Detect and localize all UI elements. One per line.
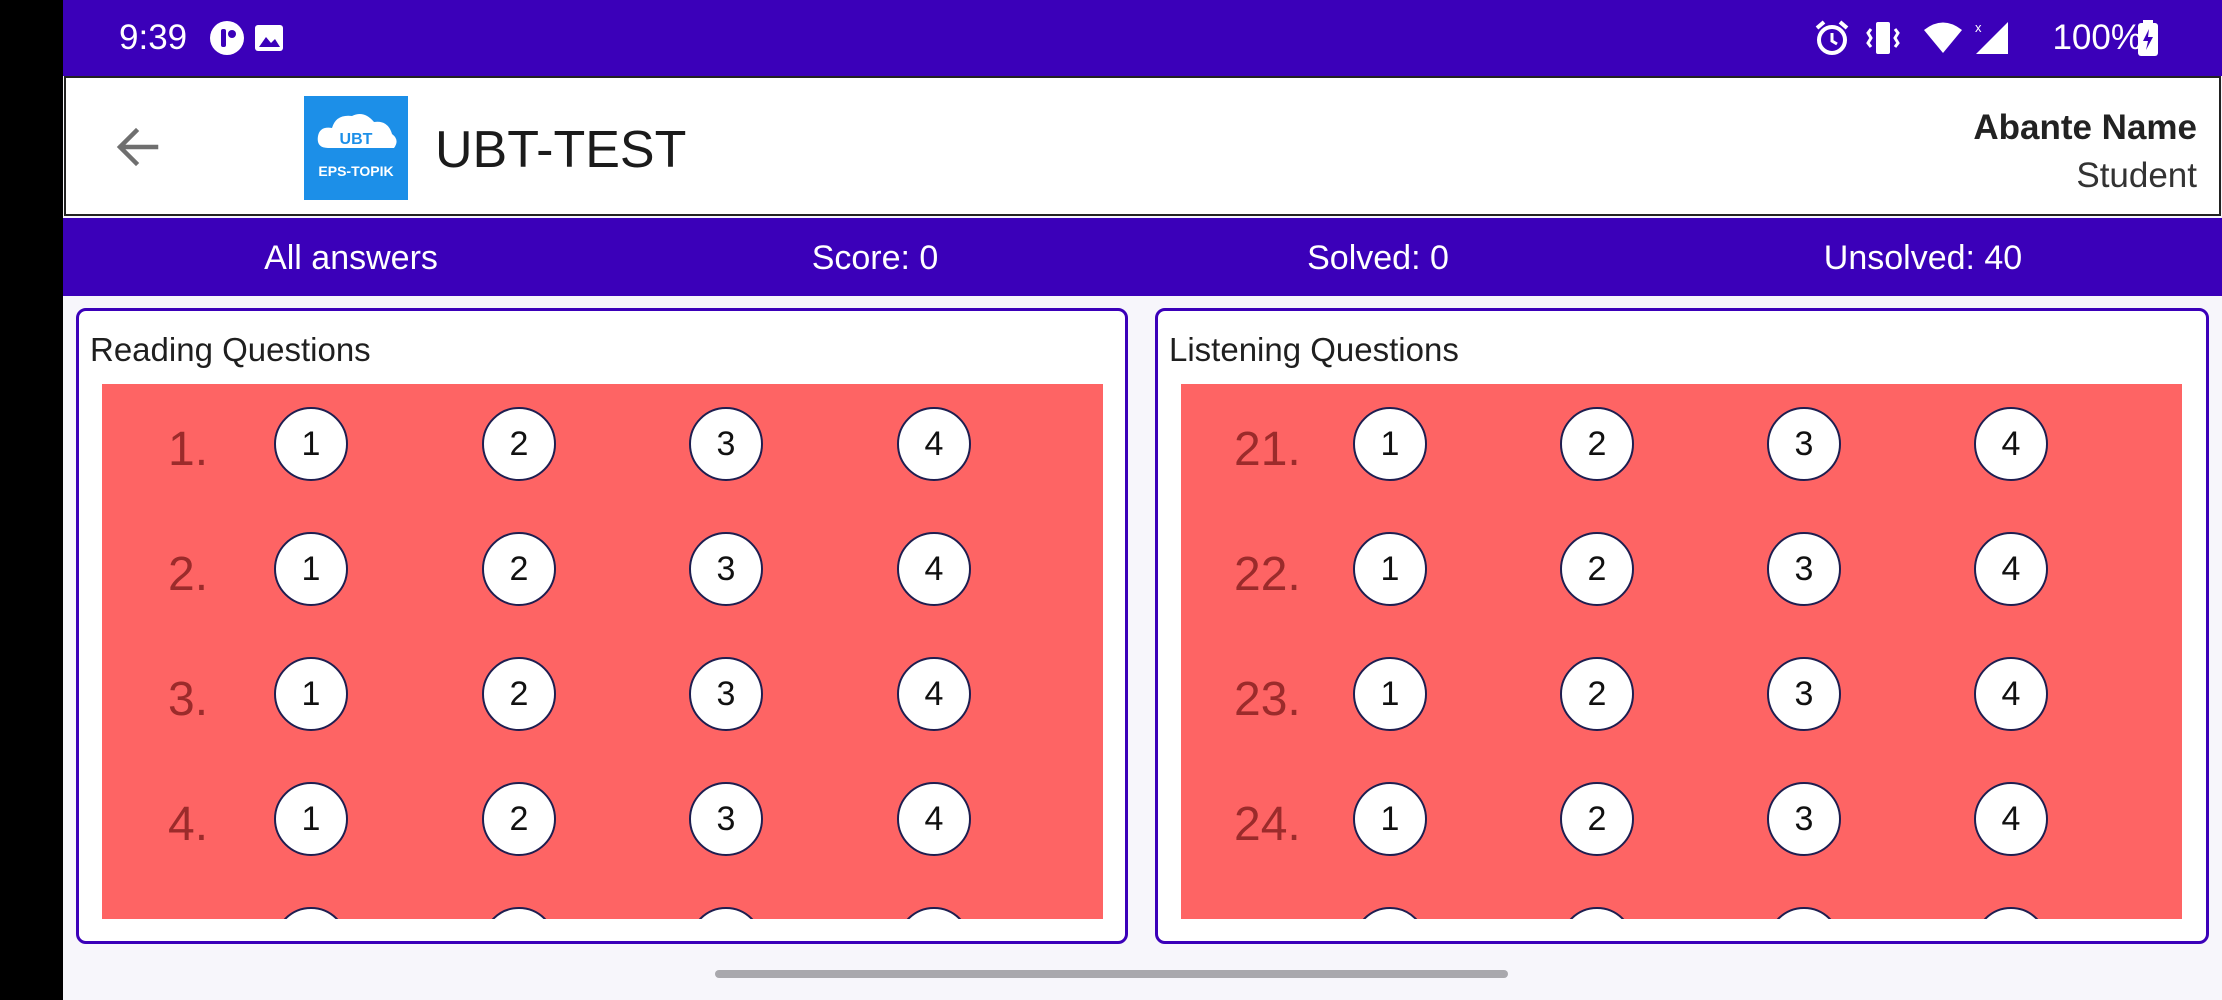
question-number: 24.: [1234, 798, 1301, 851]
question-row: 4. 1 2 3 4: [102, 759, 1103, 884]
answer-option-1[interactable]: 1: [274, 407, 348, 481]
question-row: 1. 1 2 3 4: [102, 384, 1103, 509]
answer-option-2[interactable]: [1560, 907, 1634, 919]
answer-option-1[interactable]: [1353, 907, 1427, 919]
question-row: 2. 1 2 3 4: [102, 509, 1103, 634]
question-number: 22.: [1234, 548, 1301, 601]
listening-questions-panel: Listening Questions 21. 1 2 3 4 22. 1 2 3 4 23. 1 2 3…: [1155, 308, 2209, 944]
question-number: 21.: [1234, 423, 1301, 476]
app-notification-icon: [209, 20, 245, 56]
answer-option-4[interactable]: 4: [1974, 532, 2048, 606]
reading-questions-panel: Reading Questions 1. 1 2 3 4 2. 1 2 3 4 3. 1 2 3 4 4. 1 2…: [76, 308, 1128, 944]
back-button[interactable]: [106, 116, 168, 178]
answer-option-3[interactable]: 3: [689, 782, 763, 856]
battery-percentage: 100%: [2052, 18, 2142, 57]
question-row: 21. 1 2 3 4: [1181, 384, 2182, 509]
answer-option-1[interactable]: [274, 907, 348, 919]
vibrate-icon: [1863, 20, 1903, 56]
question-number: 2.: [168, 548, 209, 601]
arrow-left-icon: [116, 127, 159, 167]
answer-option-1[interactable]: 1: [274, 532, 348, 606]
answer-option-2[interactable]: 2: [1560, 657, 1634, 731]
listening-panel-title: Listening Questions: [1169, 331, 1459, 368]
app-logo: UBT EPS-TOPIK: [304, 96, 408, 200]
listening-answer-grid[interactable]: 21. 1 2 3 4 22. 1 2 3 4 23. 1 2 3 4 24. 1 2 3 4: [1181, 384, 2182, 919]
reading-panel-title: Reading Questions: [90, 331, 371, 368]
answer-option-2[interactable]: 2: [1560, 532, 1634, 606]
question-number: 23.: [1234, 673, 1301, 726]
answer-option-3[interactable]: 3: [689, 532, 763, 606]
question-row: 23. 1 2 3 4: [1181, 634, 2182, 759]
cellular-signal-icon: x: [1973, 20, 2011, 56]
answer-option-4[interactable]: 4: [897, 782, 971, 856]
answer-option-4[interactable]: 4: [1974, 407, 2048, 481]
answer-option-4[interactable]: 4: [1974, 782, 2048, 856]
summary-bar: All answers Score: 0 Solved: 0 Unsolved:…: [63, 218, 2222, 296]
answer-option-1[interactable]: 1: [1353, 657, 1427, 731]
answer-option-1[interactable]: 1: [1353, 782, 1427, 856]
score-label: Score: 0: [811, 239, 939, 277]
solved-label: Solved: 0: [1307, 239, 1449, 277]
battery-charging-icon: [2136, 20, 2160, 56]
gesture-navigation-bar[interactable]: [715, 970, 1508, 978]
answer-option-1[interactable]: 1: [274, 657, 348, 731]
answer-option-1[interactable]: 1: [274, 782, 348, 856]
answer-option-4[interactable]: [897, 907, 971, 919]
answer-option-3[interactable]: 3: [1767, 407, 1841, 481]
question-row: 22. 1 2 3 4: [1181, 509, 2182, 634]
question-number: 4.: [168, 798, 209, 851]
answer-option-2[interactable]: 2: [1560, 782, 1634, 856]
answer-option-2[interactable]: [482, 907, 556, 919]
answer-option-3[interactable]: 3: [1767, 657, 1841, 731]
question-row-partial: [102, 884, 1103, 919]
wifi-icon: [1923, 20, 1963, 56]
answer-option-1[interactable]: 1: [1353, 532, 1427, 606]
logo-text-top: UBT: [340, 131, 373, 148]
question-number: 3.: [168, 673, 209, 726]
answer-option-3[interactable]: [689, 907, 763, 919]
question-row-partial: [1181, 884, 2182, 919]
answer-option-3[interactable]: [1767, 907, 1841, 919]
question-number: 1.: [168, 423, 209, 476]
answer-option-2[interactable]: 2: [1560, 407, 1634, 481]
answer-option-2[interactable]: 2: [482, 532, 556, 606]
app-title: UBT-TEST: [435, 121, 687, 179]
unsolved-label: Unsolved: 40: [1823, 239, 2023, 277]
cloud-icon: UBT EPS-TOPIK: [317, 114, 397, 179]
logo-text-bottom: EPS-TOPIK: [318, 163, 393, 179]
status-time: 9:39: [119, 18, 188, 57]
question-row: 3. 1 2 3 4: [102, 634, 1103, 759]
answer-option-4[interactable]: 4: [897, 407, 971, 481]
answer-option-2[interactable]: 2: [482, 782, 556, 856]
answer-option-4[interactable]: 4: [897, 657, 971, 731]
alarm-icon: [1813, 20, 1851, 56]
user-role: Student: [2076, 156, 2197, 195]
answer-option-3[interactable]: 3: [1767, 532, 1841, 606]
image-icon: [253, 20, 285, 56]
reading-answer-grid[interactable]: 1. 1 2 3 4 2. 1 2 3 4 3. 1 2 3 4 4. 1 2 3 4: [102, 384, 1103, 919]
answer-option-4[interactable]: 4: [897, 532, 971, 606]
answer-option-3[interactable]: 3: [689, 657, 763, 731]
app-bar: UBT EPS-TOPIK UBT-TEST Abante Name Stude…: [64, 76, 2221, 216]
status-bar: 9:39 x 100%: [63, 0, 2222, 76]
answer-option-2[interactable]: 2: [482, 407, 556, 481]
answer-option-4[interactable]: [1974, 907, 2048, 919]
answer-option-3[interactable]: 3: [689, 407, 763, 481]
answer-option-4[interactable]: 4: [1974, 657, 2048, 731]
svg-text:x: x: [1975, 20, 1982, 35]
answer-option-2[interactable]: 2: [482, 657, 556, 731]
answer-option-1[interactable]: 1: [1353, 407, 1427, 481]
user-name: Abante Name: [1973, 108, 2197, 147]
question-row: 24. 1 2 3 4: [1181, 759, 2182, 884]
app-screen: 9:39 x 100% UBT EPS-TOPIK UBT-TEST Abant…: [63, 0, 2222, 1000]
all-answers-tab[interactable]: All answers: [264, 239, 438, 278]
answer-option-3[interactable]: 3: [1767, 782, 1841, 856]
